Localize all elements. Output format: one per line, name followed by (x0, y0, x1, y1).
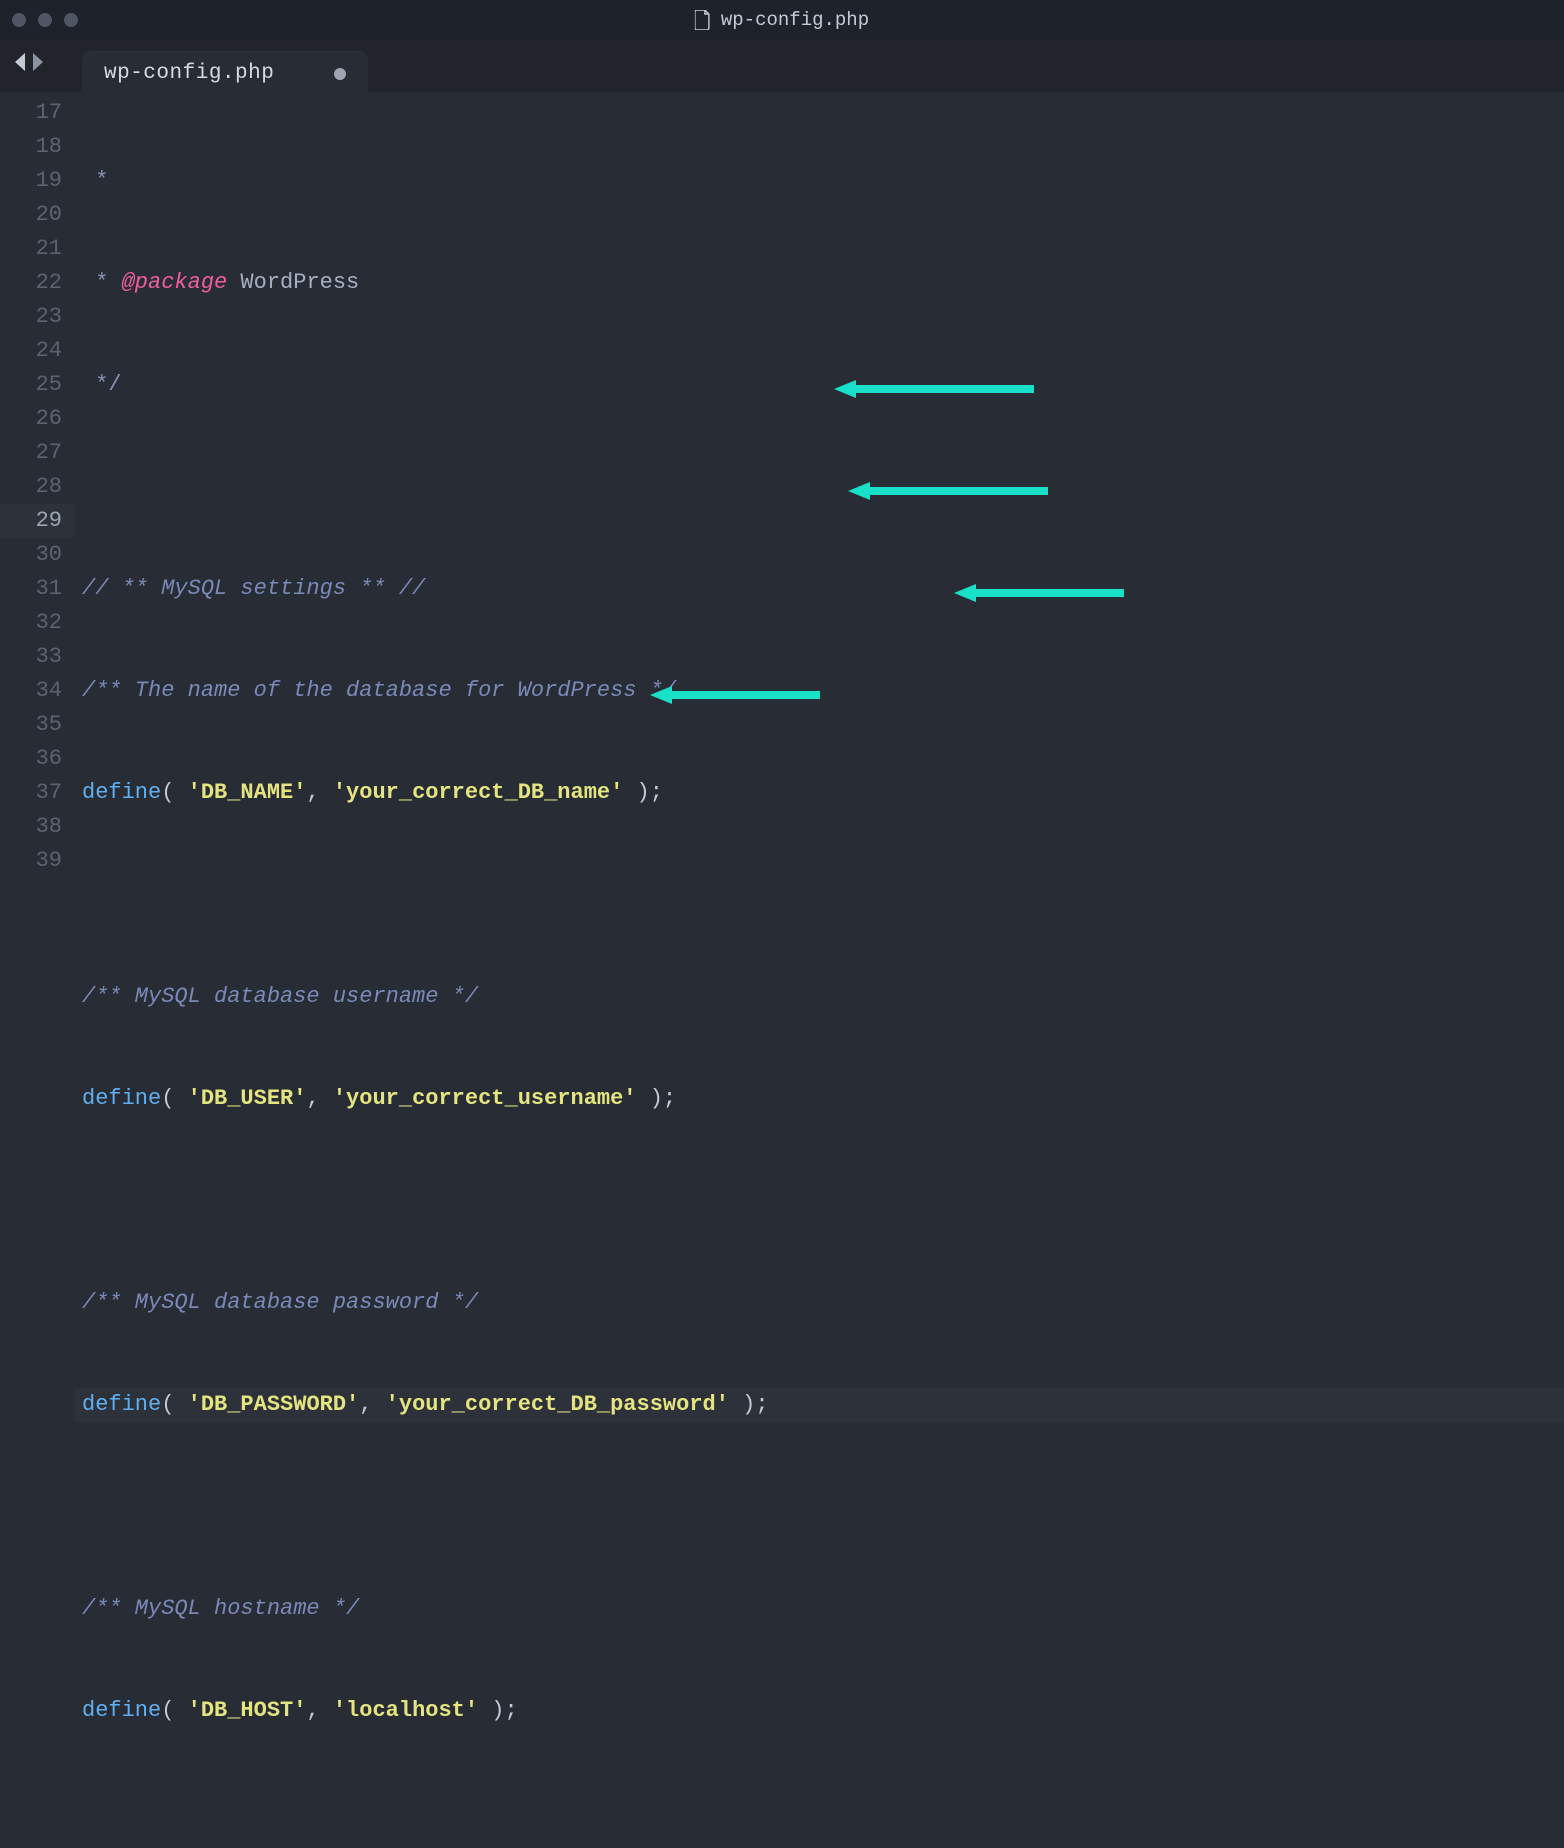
code-area[interactable]: * * @package WordPress */ // ** MySQL se… (74, 96, 1564, 924)
annotation-arrow-icon (954, 514, 1124, 524)
punct: , (306, 1086, 332, 1111)
forward-button[interactable] (30, 51, 46, 81)
annotation-arrow-icon (848, 412, 1048, 422)
line-number: 23 (0, 300, 62, 334)
line-number: 39 (0, 844, 62, 878)
code-editor[interactable]: 1718192021222324252627282930313233343536… (0, 92, 1564, 924)
tab-label: wp-config.php (104, 62, 274, 85)
back-button[interactable] (12, 51, 28, 81)
close-window-button[interactable] (12, 13, 26, 27)
line-number: 25 (0, 368, 62, 402)
fn-name: define (82, 780, 161, 805)
file-icon (695, 10, 711, 30)
string: 'DB_USER' (188, 1086, 307, 1111)
line-number: 30 (0, 538, 62, 572)
punct: , (306, 1698, 332, 1723)
line-number: 31 (0, 572, 62, 606)
line-number: 37 (0, 776, 62, 810)
line-number: 26 (0, 402, 62, 436)
punct: ); (623, 780, 663, 805)
fn-name: define (82, 1392, 161, 1417)
window-controls (12, 13, 78, 27)
string: 'DB_PASSWORD' (188, 1392, 360, 1417)
code-text: * (82, 270, 122, 295)
string: 'your_correct_DB_password' (386, 1392, 729, 1417)
doc-tag: @package (122, 270, 228, 295)
line-number: 35 (0, 708, 62, 742)
line-number: 21 (0, 232, 62, 266)
history-nav (12, 51, 46, 81)
line-number: 22 (0, 266, 62, 300)
punct: ); (729, 1392, 769, 1417)
line-number: 24 (0, 334, 62, 368)
unsaved-indicator-icon (334, 68, 346, 80)
punct: ( (161, 780, 187, 805)
line-number: 27 (0, 436, 62, 470)
line-number: 18 (0, 130, 62, 164)
punct: , (306, 780, 332, 805)
tab-bar: wp-config.php (0, 40, 1564, 92)
string: 'your_correct_DB_name' (333, 780, 623, 805)
punct: ); (637, 1086, 677, 1111)
window-title: wp-config.php (695, 9, 869, 31)
punct: ( (161, 1392, 187, 1417)
line-number: 36 (0, 742, 62, 776)
line-number: 17 (0, 96, 62, 130)
comment: // ** MySQL settings ** // (82, 576, 425, 601)
annotation-arrow-icon (834, 310, 1034, 320)
punct: ( (161, 1698, 187, 1723)
line-number: 29 (0, 504, 74, 538)
editor-tab[interactable]: wp-config.php (82, 51, 368, 93)
line-number: 33 (0, 640, 62, 674)
punct: ); (478, 1698, 518, 1723)
maximize-window-button[interactable] (64, 13, 78, 27)
line-number: 19 (0, 164, 62, 198)
line-number: 32 (0, 606, 62, 640)
annotation-arrow-icon (650, 616, 820, 626)
punct: ( (161, 1086, 187, 1111)
comment: /** MySQL hostname */ (82, 1596, 359, 1621)
string: 'localhost' (333, 1698, 478, 1723)
line-number: 28 (0, 470, 62, 504)
code-text: * (82, 168, 108, 193)
window-title-bar: wp-config.php (0, 0, 1564, 40)
comment: /** MySQL database username */ (82, 984, 478, 1009)
comment: /** The name of the database for WordPre… (82, 678, 676, 703)
line-number: 38 (0, 810, 62, 844)
comment: /** MySQL database password */ (82, 1290, 478, 1315)
line-number: 20 (0, 198, 62, 232)
punct: , (359, 1392, 385, 1417)
string: 'your_correct_username' (333, 1086, 637, 1111)
line-number-gutter: 1718192021222324252627282930313233343536… (0, 96, 74, 924)
string: 'DB_HOST' (188, 1698, 307, 1723)
code-text: WordPress (227, 270, 359, 295)
line-number: 34 (0, 674, 62, 708)
fn-name: define (82, 1086, 161, 1111)
code-text: */ (82, 372, 122, 397)
minimize-window-button[interactable] (38, 13, 52, 27)
fn-name: define (82, 1698, 161, 1723)
window-title-text: wp-config.php (721, 9, 869, 31)
string: 'DB_NAME' (188, 780, 307, 805)
